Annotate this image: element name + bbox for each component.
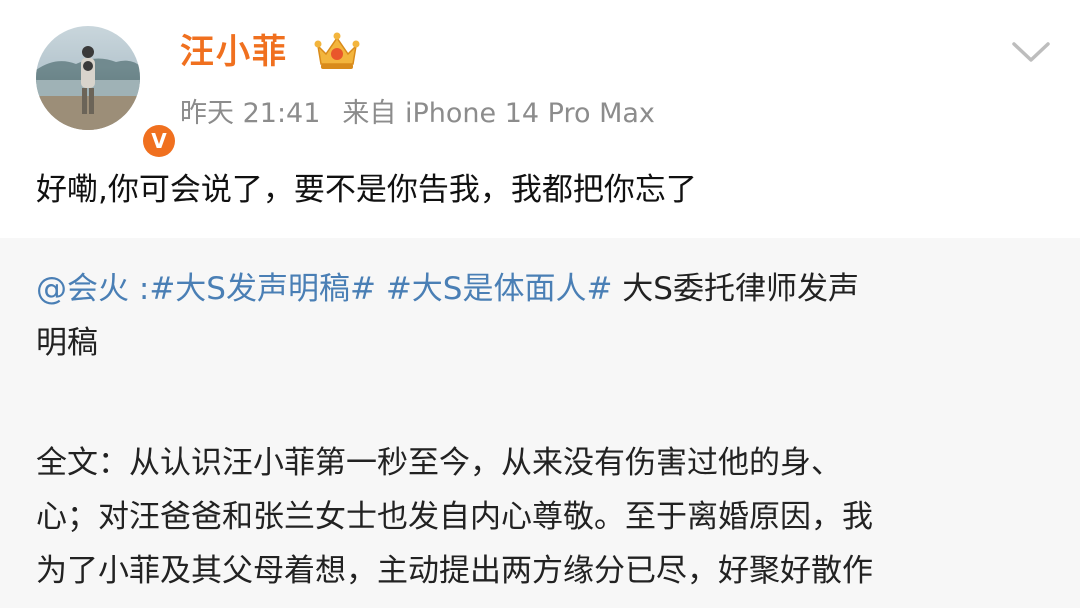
avatar[interactable] <box>36 26 140 130</box>
verified-badge-label: V <box>143 125 175 157</box>
repost-title-text-cont: 明稿 <box>36 325 98 361</box>
chevron-down-icon[interactable] <box>1008 36 1054 68</box>
post-text: 好嘞,你可会说了，要不是你告我，我都把你忘了 <box>36 172 697 208</box>
repost-body-line: 心；对汪爸爸和张兰女士也发自内心尊敬。至于离婚原因，我 <box>36 499 873 535</box>
hashtag-link-1[interactable]: #大S发声明稿# <box>149 271 376 307</box>
avatar-container[interactable]: V <box>36 26 178 160</box>
crown-badge-icon[interactable] <box>312 30 362 72</box>
repost-header: @会火 :#大S发声明稿# #大S是体面人# 大S委托律师发声明稿 <box>36 262 1046 370</box>
repost-body: 全文：从认识汪小菲第一秒至今，从来没有伤害过他的身、 心；对汪爸爸和张兰女士也发… <box>36 436 1046 598</box>
avatar-photo <box>36 46 140 130</box>
mention-separator: : <box>129 271 150 307</box>
post-source[interactable]: 来自 iPhone 14 Pro Max <box>342 98 654 129</box>
post-meta: 昨天 21:41 来自 iPhone 14 Pro Max <box>180 92 677 136</box>
repost-body-line: 全文：从认识汪小菲第一秒至今，从来没有伤害过他的身、 <box>36 445 842 481</box>
repost-title-text: 大S委托律师发声 <box>612 271 859 307</box>
post-time: 昨天 21:41 <box>180 98 321 129</box>
hashtag-link-2[interactable]: #大S是体面人# <box>386 271 613 307</box>
repost-body-line: 为了小菲及其父母着想，主动提出两方缘分已尽，好聚好散作 <box>36 553 873 589</box>
repost-box[interactable]: @会火 :#大S发声明稿# #大S是体面人# 大S委托律师发声明稿 全文：从认识… <box>0 238 1080 608</box>
username[interactable]: 汪小菲 <box>180 28 288 76</box>
weibo-post: V 汪小菲 昨天 21:41 来自 iPhone 14 Pro Max 好嘞,你可… <box>0 0 1080 608</box>
mention-link[interactable]: @会火 <box>36 271 129 307</box>
verified-badge: V <box>140 122 178 160</box>
